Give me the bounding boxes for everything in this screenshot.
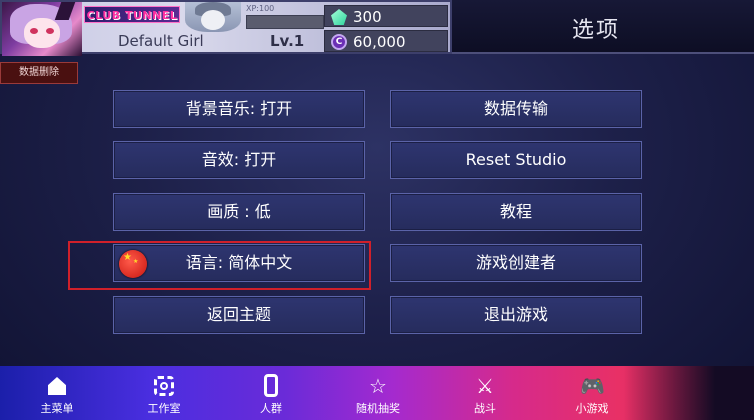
nav-battle[interactable]: ⚔ 战斗 xyxy=(455,366,515,420)
credits-button[interactable]: 游戏创建者 xyxy=(390,244,642,282)
sfx-toggle-button[interactable]: 音效: 打开 xyxy=(113,141,365,179)
player-level: Lv.1 xyxy=(270,32,305,50)
gem-icon xyxy=(331,9,347,25)
coin-counter: C 60,000 xyxy=(324,30,448,52)
coin-icon: C xyxy=(331,34,347,50)
player-name: Default Girl xyxy=(118,32,204,50)
nav-label: 随机抽奖 xyxy=(356,402,400,415)
club-name: CLUB TUNNEL xyxy=(84,6,180,23)
nav-label: 工作室 xyxy=(147,402,181,415)
language-highlight-box xyxy=(68,241,371,290)
top-bar: CLUB TUNNEL XP:100 Default Girl Lv.1 300… xyxy=(0,0,754,56)
nav-studio[interactable]: 工作室 xyxy=(134,366,194,420)
star-icon: ☆ xyxy=(369,374,387,398)
back-to-title-button[interactable]: 返回主题 xyxy=(113,296,365,334)
bgm-toggle-button[interactable]: 背景音乐: 打开 xyxy=(113,90,365,128)
sword-icon: ⚔ xyxy=(476,374,494,398)
nav-label: 战斗 xyxy=(474,402,496,415)
crowd-icon xyxy=(259,374,283,398)
home-icon xyxy=(45,374,69,398)
tutorial-button[interactable]: 教程 xyxy=(390,193,642,231)
nav-crowd[interactable]: 人群 xyxy=(241,366,301,420)
nav-main-menu[interactable]: 主菜单 xyxy=(27,366,87,420)
nav-gacha[interactable]: ☆ 随机抽奖 xyxy=(348,366,408,420)
character-portrait xyxy=(185,2,241,32)
bottom-nav: 主菜单 工作室 人群 ☆ 随机抽奖 ⚔ 战斗 🎮 小游戏 xyxy=(0,366,754,420)
reset-studio-button[interactable]: Reset Studio xyxy=(390,141,642,179)
xp-bar xyxy=(246,15,324,29)
coin-value: 60,000 xyxy=(353,33,406,51)
gem-value: 300 xyxy=(353,8,382,26)
gem-counter: 300 xyxy=(324,5,448,27)
player-avatar[interactable] xyxy=(2,2,82,56)
xp-label: XP:100 xyxy=(246,4,275,13)
gamepad-icon: 🎮 xyxy=(580,374,605,398)
page-title: 选项 xyxy=(572,18,621,43)
profile-panel[interactable]: CLUB TUNNEL XP:100 Default Girl Lv.1 300… xyxy=(0,0,452,56)
quality-button[interactable]: 画质 : 低 xyxy=(113,193,365,231)
data-transfer-button[interactable]: 数据传输 xyxy=(390,90,642,128)
delete-data-button[interactable]: 数据删除 xyxy=(0,62,78,84)
nav-minigame[interactable]: 🎮 小游戏 xyxy=(562,366,622,420)
quit-game-button[interactable]: 退出游戏 xyxy=(390,296,642,334)
nav-label: 人群 xyxy=(260,402,282,415)
nav-label: 小游戏 xyxy=(575,402,609,415)
studio-icon xyxy=(152,374,176,398)
nav-label: 主菜单 xyxy=(40,402,74,415)
